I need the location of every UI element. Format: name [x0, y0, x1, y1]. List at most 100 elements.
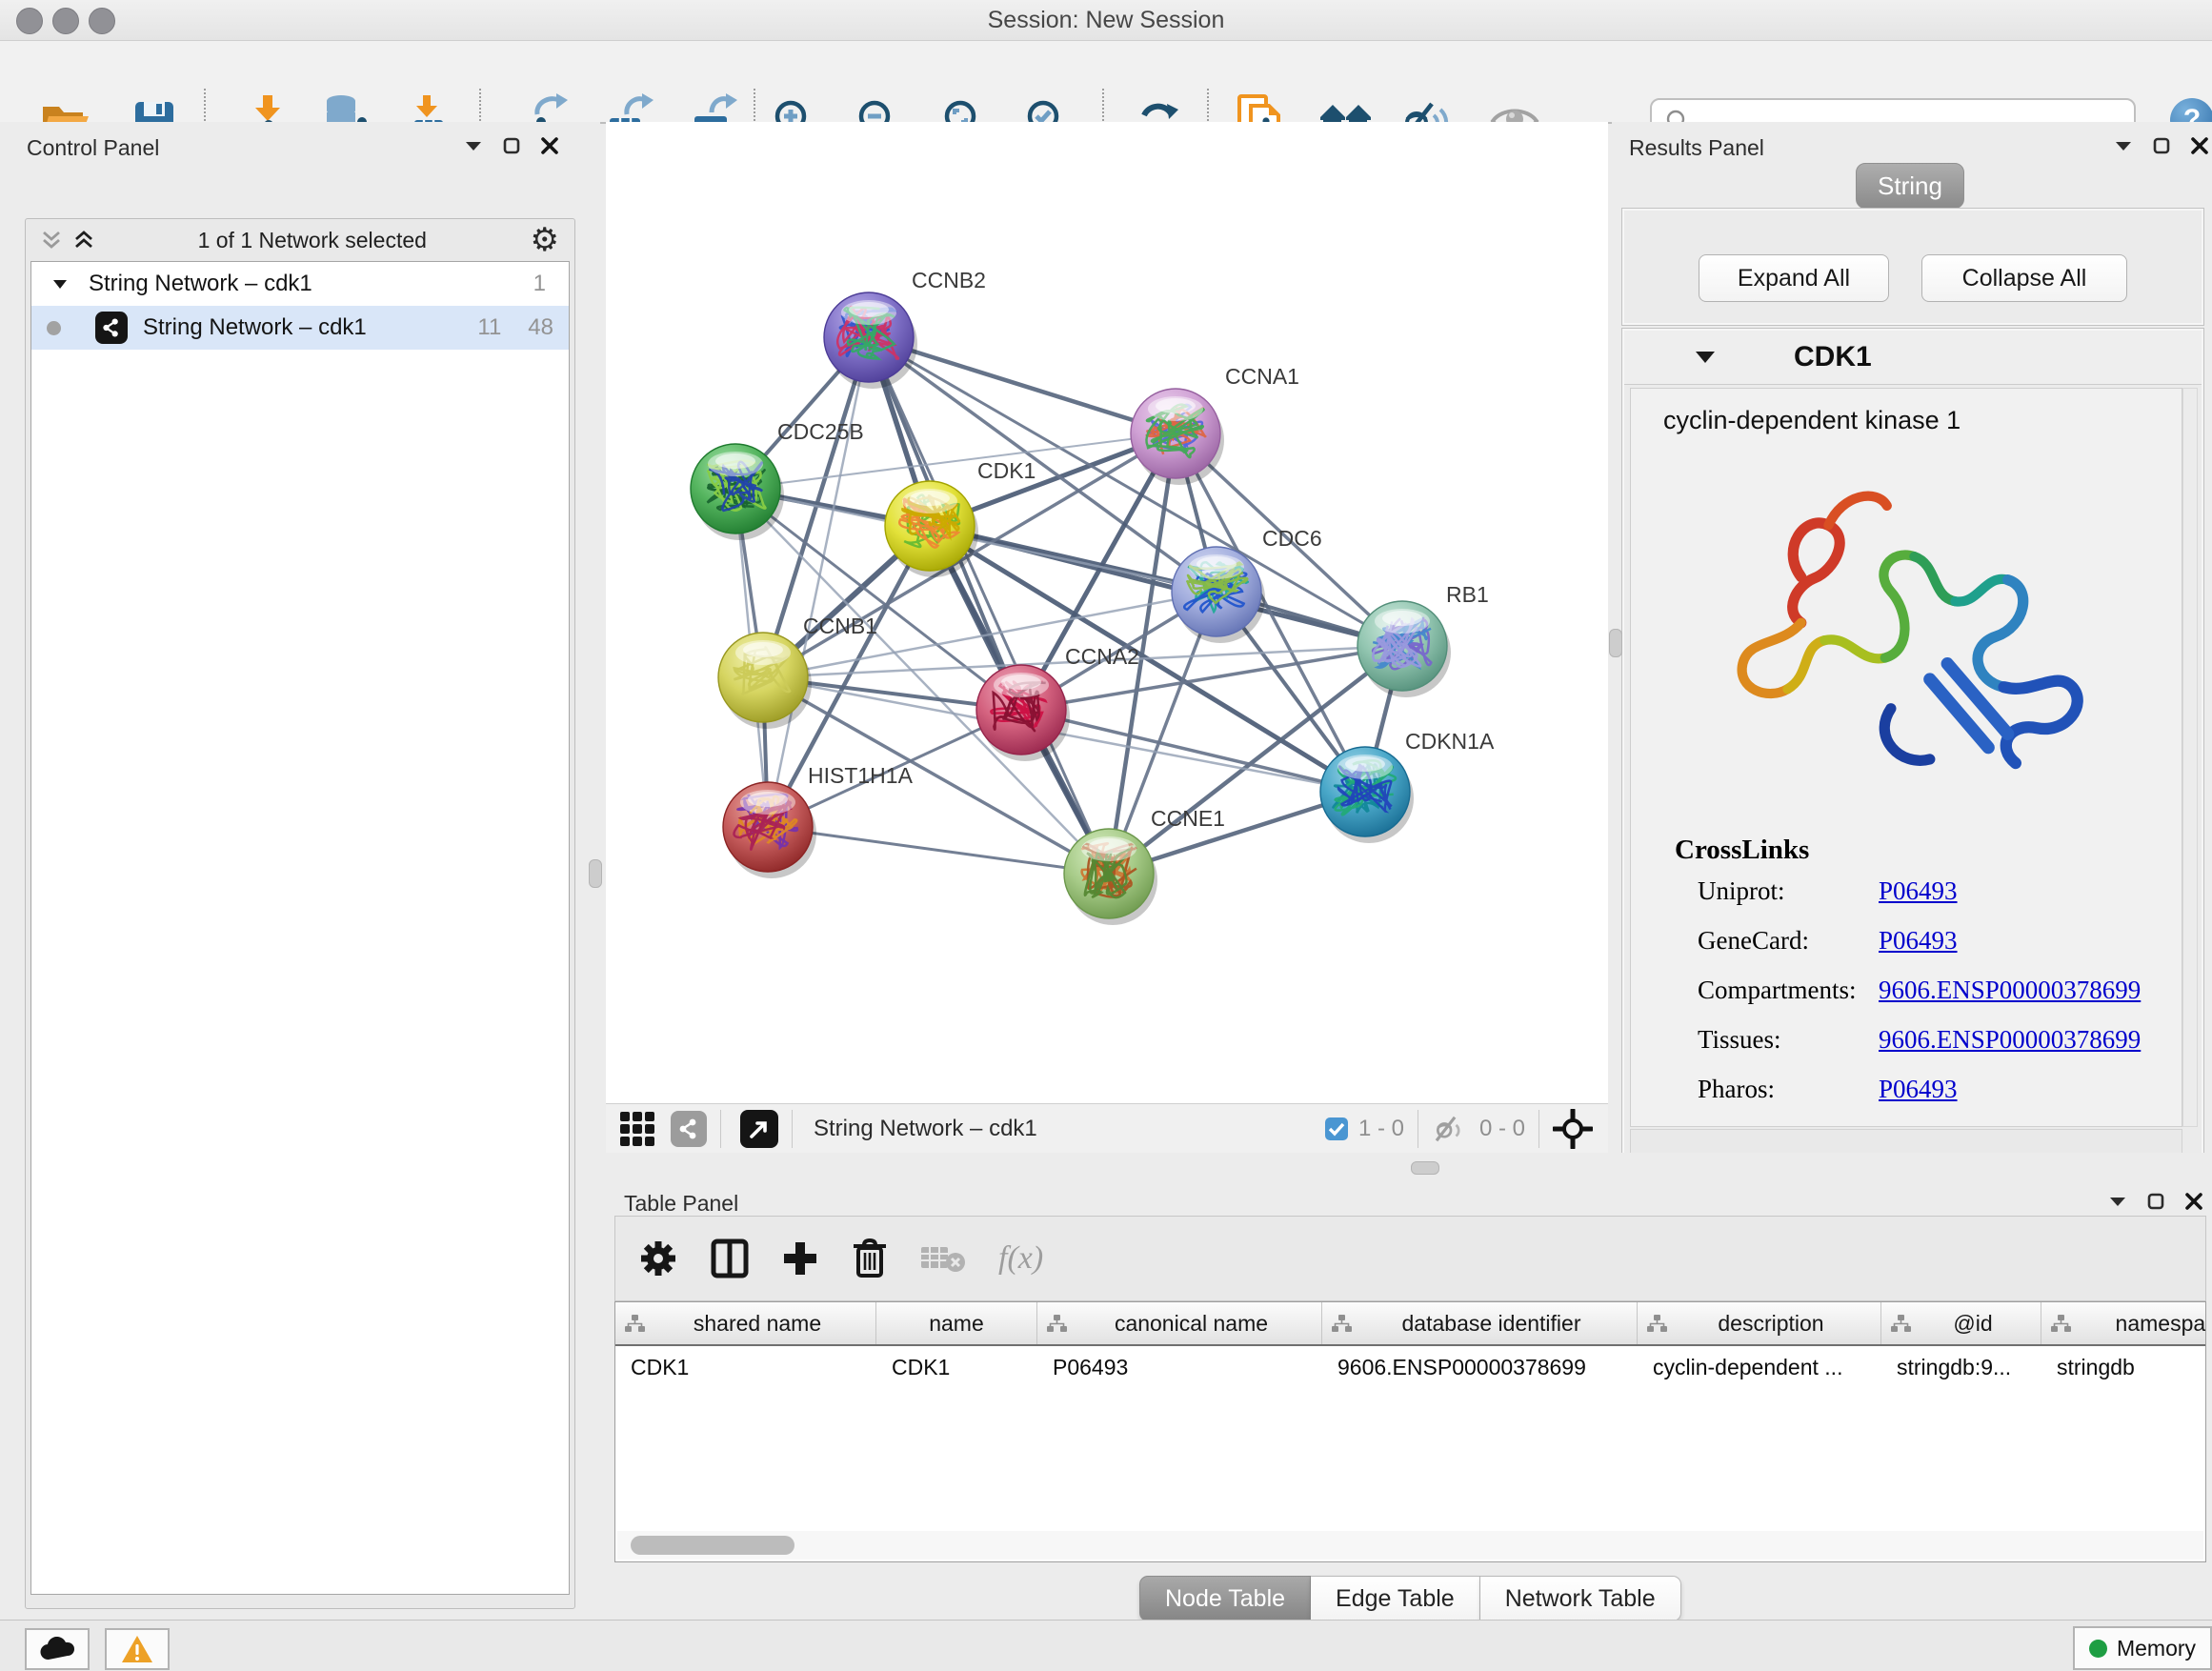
- panel-menu-icon[interactable]: [465, 140, 482, 151]
- table-cell[interactable]: cyclin-dependent ...: [1638, 1346, 1881, 1388]
- warnings-button[interactable]: [105, 1628, 170, 1670]
- left-splitter-grip[interactable]: [589, 859, 602, 888]
- open-in-new-icon[interactable]: [740, 1110, 778, 1148]
- table-body: CDK1CDK1P064939606.ENSP00000378699cyclin…: [615, 1346, 2205, 1388]
- network-node-CDC6[interactable]: CDC6: [1172, 526, 1322, 643]
- show-columns-icon[interactable]: [711, 1238, 749, 1278]
- column-header--id[interactable]: @id: [1881, 1302, 2041, 1344]
- network-node-CCNE1[interactable]: CCNE1: [1064, 806, 1225, 925]
- right-splitter-grip[interactable]: [1609, 629, 1622, 657]
- column-header-database-identifier[interactable]: database identifier: [1322, 1302, 1638, 1344]
- table-cell[interactable]: stringdb: [2041, 1346, 2206, 1388]
- node-label-CCNB1: CCNB1: [803, 614, 877, 638]
- crosslink-link[interactable]: P06493: [1879, 876, 1958, 906]
- tab-network-table[interactable]: Network Table: [1480, 1576, 1681, 1621]
- collection-label: String Network – cdk1: [89, 271, 312, 297]
- table-settings-gear-icon[interactable]: [638, 1238, 678, 1278]
- network-node-RB1[interactable]: RB1: [1357, 582, 1489, 697]
- node-section-header[interactable]: CDK1: [1624, 331, 2202, 385]
- network-edge-CCNB2-CCNE1[interactable]: [869, 337, 1109, 874]
- selected-checkbox-icon[interactable]: [1324, 1117, 1349, 1141]
- network-edge-CDK1-RB1[interactable]: [930, 526, 1402, 646]
- network-node-CDKN1A[interactable]: CDKN1A: [1320, 729, 1495, 843]
- selected-counter: 1 - 0: [1358, 1116, 1404, 1142]
- crosslink-link[interactable]: 9606.ENSP00000378699: [1879, 1025, 2141, 1055]
- delete-column-icon[interactable]: [852, 1238, 888, 1279]
- hidden-counter: 0 - 0: [1479, 1116, 1525, 1142]
- panel-float-icon[interactable]: [503, 137, 520, 154]
- panel-menu-icon[interactable]: [2115, 140, 2132, 151]
- panel-close-icon[interactable]: [2185, 1193, 2202, 1210]
- node-label-HIST1H1A: HIST1H1A: [808, 763, 914, 788]
- network-options-gear-icon[interactable]: ⚙: [531, 221, 559, 259]
- tab-edge-table[interactable]: Edge Table: [1311, 1576, 1480, 1621]
- crosslink-link[interactable]: P06493: [1879, 1075, 1958, 1104]
- scrollbar-thumb[interactable]: [631, 1536, 794, 1555]
- status-bar: Memory: [0, 1620, 2212, 1671]
- tab-node-table[interactable]: Node Table: [1139, 1576, 1311, 1621]
- cloud-status-button[interactable]: [25, 1628, 90, 1670]
- crosslink-row: Uniprot:P06493: [1698, 876, 1958, 906]
- crosslink-link[interactable]: 9606.ENSP00000378699: [1879, 976, 2141, 1005]
- network-edge-HIST1H1A-CCNE1[interactable]: [768, 827, 1109, 874]
- control-panel-title: Control Panel: [27, 135, 159, 161]
- network-status-dot: [47, 321, 61, 335]
- title-bar: Session: New Session: [0, 0, 2212, 41]
- column-header-namespace[interactable]: namespace: [2041, 1302, 2206, 1344]
- results-vertical-scrollbar[interactable]: [2182, 388, 2198, 1127]
- memory-button[interactable]: Memory: [2073, 1626, 2212, 1670]
- horizontal-splitter-grip[interactable]: [1411, 1161, 1439, 1175]
- node-label-RB1: RB1: [1446, 582, 1489, 607]
- column-header-name[interactable]: name: [876, 1302, 1037, 1344]
- crosslink-row: Compartments:9606.ENSP00000378699: [1698, 976, 2141, 1005]
- warning-icon: [121, 1635, 153, 1663]
- column-header-description[interactable]: description: [1638, 1302, 1881, 1344]
- expand-all-button[interactable]: Expand All: [1699, 254, 1889, 302]
- crosslink-link[interactable]: P06493: [1879, 926, 1958, 956]
- panel-close-icon[interactable]: [541, 137, 558, 154]
- network-canvas[interactable]: CCNB2CCNA1CDC25BCDK1CDC6RB1CCNB1CCNA2CDK…: [606, 122, 1608, 1103]
- expand-all-icon[interactable]: [73, 231, 94, 250]
- table-cell[interactable]: P06493: [1037, 1346, 1322, 1388]
- network-node-CCNB2[interactable]: CCNB2: [824, 268, 986, 389]
- column-header-shared-name[interactable]: shared name: [615, 1302, 876, 1344]
- network-node-CDK1[interactable]: CDK1: [885, 458, 1036, 577]
- table-row[interactable]: CDK1CDK1P064939606.ENSP00000378699cyclin…: [615, 1346, 2205, 1388]
- network-node-CCNA1[interactable]: CCNA1: [1131, 364, 1299, 485]
- network-edge-CCNB2-HIST1H1A[interactable]: [768, 337, 869, 827]
- memory-status-dot: [2089, 1640, 2107, 1658]
- tab-string[interactable]: String: [1856, 163, 1964, 209]
- table-cell[interactable]: CDK1: [615, 1346, 876, 1388]
- table-header-row: shared namenamecanonical namedatabase id…: [615, 1302, 2205, 1346]
- table-cell[interactable]: stringdb:9...: [1881, 1346, 2041, 1388]
- memory-label: Memory: [2117, 1636, 2196, 1661]
- application-window: Session: New Session: [0, 0, 2212, 1671]
- control-panel: Control Panel NetworkStyleSelectSets 1 o…: [0, 122, 600, 1620]
- section-collapse-icon[interactable]: [1695, 351, 1716, 364]
- add-column-icon[interactable]: [781, 1239, 819, 1278]
- column-header-canonical-name[interactable]: canonical name: [1037, 1302, 1322, 1344]
- tree-expand-icon[interactable]: [52, 279, 68, 290]
- network-badge-icon[interactable]: [671, 1111, 707, 1147]
- panel-float-icon[interactable]: [2147, 1193, 2164, 1210]
- collapse-all-icon[interactable]: [41, 231, 62, 250]
- table-cell[interactable]: CDK1: [876, 1346, 1037, 1388]
- collection-count: 1: [533, 271, 546, 297]
- network-node-count: 11: [477, 314, 501, 341]
- collapse-all-button[interactable]: Collapse All: [1921, 254, 2127, 302]
- panel-close-icon[interactable]: [2191, 137, 2208, 154]
- birds-eye-crosshair-icon[interactable]: [1553, 1109, 1593, 1149]
- network-collection-row[interactable]: String Network – cdk1 1: [31, 262, 569, 306]
- network-row-selected[interactable]: String Network – cdk1 11 48: [31, 306, 569, 350]
- network-tree: String Network – cdk1 1 String Network –…: [30, 261, 570, 1595]
- node-section-title: CDK1: [1794, 341, 1872, 373]
- table-horizontal-scrollbar[interactable]: [617, 1531, 2203, 1560]
- network-node-HIST1H1A[interactable]: HIST1H1A: [723, 763, 914, 878]
- results-node-section: CDK1 cyclin-dependent kinase 1: [1621, 328, 2204, 1166]
- table-cell[interactable]: 9606.ENSP00000378699: [1322, 1346, 1638, 1388]
- grid-view-icon[interactable]: [619, 1111, 655, 1147]
- panel-float-icon[interactable]: [2153, 137, 2170, 154]
- window-title: Session: New Session: [0, 0, 2212, 40]
- panel-menu-icon[interactable]: [2109, 1196, 2126, 1207]
- cloud-icon: [39, 1637, 75, 1661]
